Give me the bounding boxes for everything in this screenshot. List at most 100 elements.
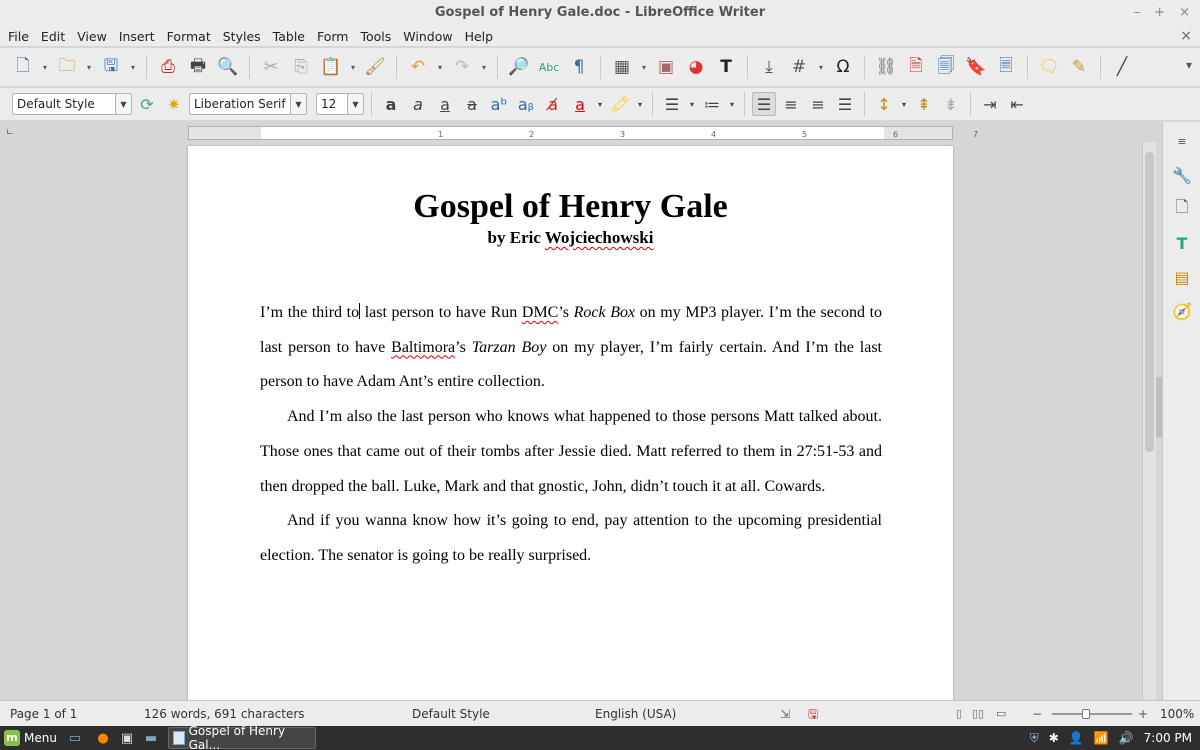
selection-mode-icon[interactable]: ⇲ — [780, 701, 790, 727]
zoom-in-button[interactable]: + — [1138, 701, 1148, 727]
track-changes-icon[interactable]: ✎ — [1066, 54, 1092, 80]
print-icon[interactable]: 🖶 — [185, 54, 211, 80]
bold-icon[interactable]: a — [379, 92, 403, 116]
menu-styles[interactable]: Styles — [217, 29, 267, 44]
clone-formatting-icon[interactable]: 🖌 — [362, 54, 388, 80]
decrease-indent-icon[interactable]: ⇤ — [1005, 92, 1029, 116]
font-name-combo[interactable]: Liberation Serif ▼ — [189, 93, 307, 115]
align-left-icon[interactable]: ☰ — [752, 92, 776, 116]
redo-icon[interactable]: ↷ — [449, 54, 475, 80]
menu-window[interactable]: Window — [397, 29, 458, 44]
subscript-icon[interactable]: aᵦ — [514, 92, 538, 116]
increase-indent-icon[interactable]: ⇥ — [978, 92, 1002, 116]
increase-paragraph-spacing-icon[interactable]: ⇞ — [912, 92, 936, 116]
insert-footnote-icon[interactable]: 🗎 — [903, 54, 929, 80]
page-count[interactable]: Page 1 of 1 — [10, 701, 77, 727]
volume-icon[interactable]: 🔊 — [1119, 731, 1134, 745]
start-menu-button[interactable]: m Menu — [4, 726, 57, 750]
wifi-icon[interactable]: 📶 — [1094, 731, 1109, 745]
insert-field-icon[interactable]: # — [786, 54, 812, 80]
document-body[interactable]: I’m the third to last person to have Run… — [260, 296, 882, 574]
shield-icon[interactable]: ⛨ — [1030, 731, 1039, 746]
chevron-down-icon[interactable]: ▼ — [115, 94, 131, 114]
single-page-view-icon[interactable]: ▯ — [956, 701, 962, 727]
insert-line-icon[interactable]: ╱ — [1109, 54, 1135, 80]
user-icon[interactable]: 👤 — [1069, 731, 1084, 745]
insert-comment-icon[interactable]: 🗨 — [1036, 54, 1062, 80]
bluetooth-icon[interactable]: ✱ — [1049, 731, 1059, 745]
highlight-color-icon[interactable]: 🖍 — [608, 92, 632, 116]
insert-table-icon[interactable]: ▦ — [609, 54, 635, 80]
insert-image-icon[interactable]: ▣ — [653, 54, 679, 80]
print-preview-icon[interactable]: 🔍 — [215, 54, 241, 80]
close-window-button[interactable]: × — [1179, 0, 1190, 26]
sidebar-menu-icon[interactable]: ≡ — [1169, 128, 1195, 154]
navigator-compass-icon[interactable]: 🧭 — [1169, 298, 1195, 324]
zoom-level[interactable]: 100% — [1160, 701, 1194, 727]
insert-textbox-icon[interactable]: T — [713, 54, 739, 80]
minimize-button[interactable]: – — [1134, 0, 1141, 26]
show-desktop-icon[interactable]: ▭ — [66, 729, 84, 747]
undo-icon[interactable]: ↶ — [405, 54, 431, 80]
font-color-icon[interactable]: a — [568, 92, 592, 116]
italic-icon[interactable]: a — [406, 92, 430, 116]
paragraph-style-combo[interactable]: Default Style ▼ — [12, 93, 132, 115]
firefox-icon[interactable]: ● — [94, 729, 112, 747]
decrease-paragraph-spacing-icon[interactable]: ⇟ — [939, 92, 963, 116]
insert-cross-reference-icon[interactable]: 🗏 — [993, 54, 1019, 80]
insert-endnote-icon[interactable]: 🗐 — [933, 54, 959, 80]
export-pdf-icon[interactable]: ⎙ — [155, 54, 181, 80]
chevron-down-icon[interactable]: ▾ — [40, 54, 50, 80]
special-character-icon[interactable]: Ω — [830, 54, 856, 80]
file-manager-icon[interactable]: ▬ — [142, 729, 160, 747]
toolbar-overflow-icon[interactable]: ▾ — [1186, 58, 1192, 72]
copy-icon[interactable]: ⎘ — [288, 54, 314, 80]
insert-chart-icon[interactable]: ◕ — [683, 54, 709, 80]
numbered-list-icon[interactable]: ≔ — [700, 92, 724, 116]
taskbar-window-button[interactable]: Gospel of Henry Gal... — [168, 724, 316, 750]
horizontal-ruler[interactable]: 1 2 3 4 5 6 7 — [188, 126, 978, 140]
chevron-down-icon[interactable]: ▾ — [635, 92, 645, 116]
align-right-icon[interactable]: ≡ — [806, 92, 830, 116]
menu-view[interactable]: View — [71, 29, 113, 44]
menu-insert[interactable]: Insert — [113, 29, 161, 44]
menu-tools[interactable]: Tools — [354, 29, 397, 44]
underline-icon[interactable]: a — [433, 92, 457, 116]
chevron-down-icon[interactable]: ▾ — [816, 54, 826, 80]
insert-hyperlink-icon[interactable]: ⛓ — [873, 54, 899, 80]
scrollbar-thumb[interactable] — [1145, 152, 1154, 452]
chevron-down-icon[interactable]: ▾ — [595, 92, 605, 116]
book-view-icon[interactable]: ▭ — [996, 701, 1006, 727]
zoom-out-button[interactable]: − — [1032, 701, 1042, 727]
chevron-down-icon[interactable]: ▾ — [639, 54, 649, 80]
insert-page-break-icon[interactable]: ⤓ — [756, 54, 782, 80]
formatting-marks-icon[interactable]: ¶ — [566, 54, 592, 80]
menu-help[interactable]: Help — [459, 29, 500, 44]
menu-table[interactable]: Table — [267, 29, 311, 44]
properties-wrench-icon[interactable]: 🔧 — [1169, 162, 1195, 188]
chevron-down-icon[interactable]: ▾ — [479, 54, 489, 80]
cut-icon[interactable]: ✂ — [258, 54, 284, 80]
multi-page-view-icon[interactable]: ▯▯ — [972, 701, 984, 727]
line-spacing-icon[interactable]: ↕ — [872, 92, 896, 116]
page-icon[interactable]: 🗋 — [1169, 196, 1195, 222]
paste-icon[interactable]: 📋 — [318, 54, 344, 80]
open-folder-icon[interactable]: 🗀 — [54, 54, 80, 80]
superscript-icon[interactable]: aᵇ — [487, 92, 511, 116]
chevron-down-icon[interactable]: ▾ — [348, 54, 358, 80]
terminal-icon[interactable]: ▣ — [118, 729, 136, 747]
chevron-down-icon[interactable]: ▾ — [435, 54, 445, 80]
clear-formatting-icon[interactable]: a̸ — [541, 92, 565, 116]
find-replace-icon[interactable]: 🔎 — [506, 54, 532, 80]
page-style[interactable]: Default Style — [412, 701, 490, 727]
chevron-down-icon[interactable]: ▾ — [727, 92, 737, 116]
vertical-scrollbar[interactable] — [1142, 142, 1156, 700]
menu-form[interactable]: Form — [311, 29, 355, 44]
styles-icon[interactable]: T — [1169, 230, 1195, 256]
menu-edit[interactable]: Edit — [35, 29, 71, 44]
chevron-down-icon[interactable]: ▾ — [84, 54, 94, 80]
chevron-down-icon[interactable]: ▼ — [347, 94, 363, 114]
menu-format[interactable]: Format — [161, 29, 217, 44]
gallery-icon[interactable]: ▤ — [1169, 264, 1195, 290]
insert-bookmark-icon[interactable]: 🔖 — [963, 54, 989, 80]
